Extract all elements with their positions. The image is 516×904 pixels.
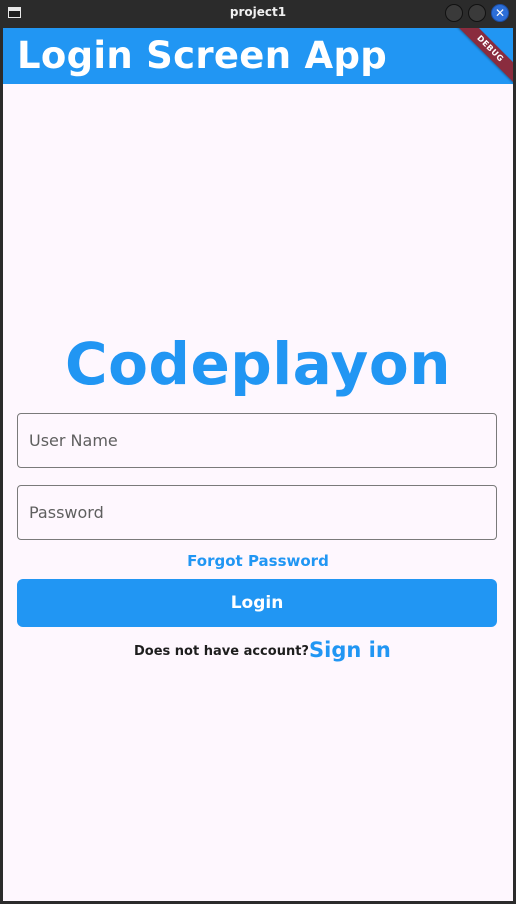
signup-row: Does not have account? Sign in [3, 636, 513, 666]
username-input[interactable] [17, 413, 497, 468]
signup-prompt: Does not have account? [134, 644, 309, 659]
window-title: project1 [229, 5, 287, 19]
window-titlebar: project1 ✕ [0, 0, 516, 27]
app-bar: Login Screen App DEBUG [3, 28, 513, 86]
password-input[interactable] [17, 485, 497, 540]
maximize-icon[interactable] [468, 4, 486, 22]
close-icon[interactable]: ✕ [491, 4, 509, 22]
debug-banner: DEBUG [453, 28, 513, 86]
login-button[interactable]: Login [17, 579, 497, 627]
app-bar-title: Login Screen App [17, 34, 388, 77]
brand-title: Codeplayon [65, 330, 451, 398]
app-window: project1 ✕ Login Screen App DEBUG Codepl… [0, 0, 516, 904]
app-content: Login Screen App DEBUG Codeplayon Forgot… [3, 28, 513, 901]
sign-in-link[interactable]: Sign in [309, 638, 391, 662]
minimize-icon[interactable] [445, 4, 463, 22]
forgot-password-link[interactable]: Forgot Password [3, 552, 513, 570]
